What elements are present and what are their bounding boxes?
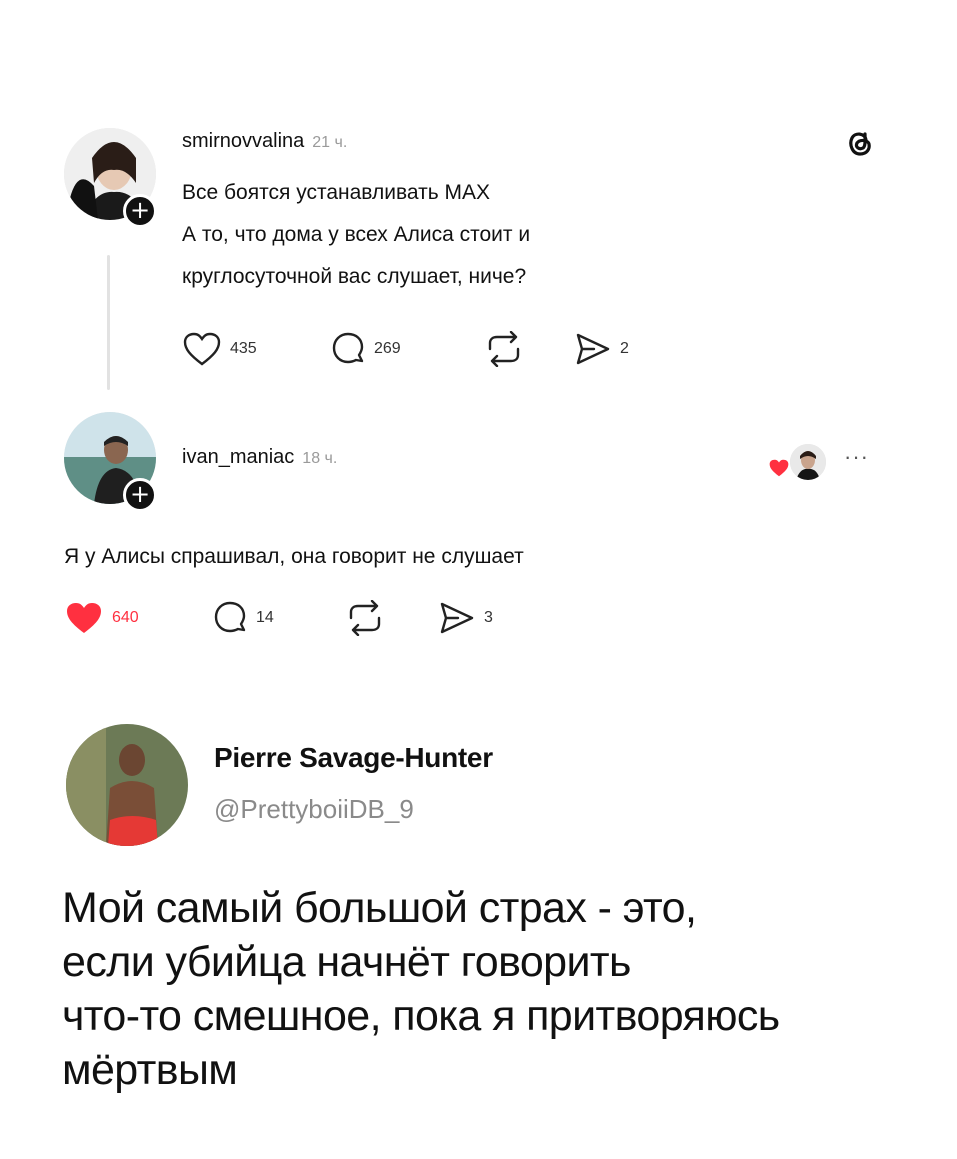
more-options-icon[interactable]: ··· xyxy=(844,444,869,470)
repost-icon xyxy=(488,331,520,367)
avatar[interactable] xyxy=(66,724,188,846)
follow-plus-icon[interactable]: + xyxy=(123,194,157,228)
share-count: 2 xyxy=(620,340,629,357)
tweet-body: Мой самый большой страх - это, если убий… xyxy=(62,881,780,1097)
repost-button[interactable] xyxy=(484,331,524,367)
like-count: 435 xyxy=(230,340,257,357)
like-count: 640 xyxy=(112,609,139,626)
send-icon xyxy=(576,333,610,365)
tweet-text-line: Мой самый большой страх - это, xyxy=(62,884,697,932)
send-icon xyxy=(440,602,474,634)
like-button[interactable]: 435 xyxy=(182,331,257,367)
tweet-text-line: мёртвым xyxy=(62,1046,238,1094)
thread-connector-line xyxy=(107,255,110,390)
repost-button[interactable] xyxy=(345,600,385,636)
heart-icon xyxy=(769,459,789,477)
mini-avatar xyxy=(788,442,828,482)
comment-icon xyxy=(332,332,364,364)
display-name[interactable]: Pierre Savage-Hunter xyxy=(214,742,493,774)
comment-count: 14 xyxy=(256,609,274,626)
post-text: Я у Алисы спрашивал, она говорит не слуш… xyxy=(64,545,524,568)
tweet-text-line: что-то смешное, пока я притворяюсь xyxy=(62,992,780,1040)
username[interactable]: smirnovvalina xyxy=(182,130,304,152)
repost-icon xyxy=(349,600,381,636)
comment-button[interactable]: 14 xyxy=(212,600,274,636)
username[interactable]: ivan_maniac xyxy=(182,446,294,468)
comment-icon xyxy=(214,601,246,633)
follow-plus-icon[interactable]: + xyxy=(123,478,157,512)
post-time: 21 ч. xyxy=(312,134,348,151)
comment-button[interactable]: 269 xyxy=(330,331,401,367)
share-button[interactable]: 2 xyxy=(574,331,629,367)
heart-icon xyxy=(183,332,221,366)
post-text-line: Все боятся устанавливать MAX xyxy=(182,181,490,204)
post-time: 18 ч. xyxy=(302,450,338,467)
tweet-text-line: если убийца начнёт говорить xyxy=(62,938,631,986)
like-button[interactable]: 640 xyxy=(64,600,139,636)
post-text-line: круглосуточной вас слушает, ниче? xyxy=(182,265,527,288)
threads-logo-icon[interactable] xyxy=(840,124,878,167)
author-liked-indicator xyxy=(766,442,828,482)
share-button[interactable]: 3 xyxy=(438,600,493,636)
user-handle[interactable]: @PrettyboiiDB_9 xyxy=(214,794,414,825)
post-text-line: А то, что дома у всех Алиса стоит и xyxy=(182,223,531,246)
share-count: 3 xyxy=(484,609,493,626)
post-header: ivan_maniac 18 ч. xyxy=(182,446,337,469)
post-body: Все боятся устанавливать MAX А то, что д… xyxy=(182,172,530,298)
comment-count: 269 xyxy=(374,340,401,357)
post-header: smirnovvalina 21 ч. xyxy=(182,130,347,153)
heart-icon xyxy=(67,603,101,633)
